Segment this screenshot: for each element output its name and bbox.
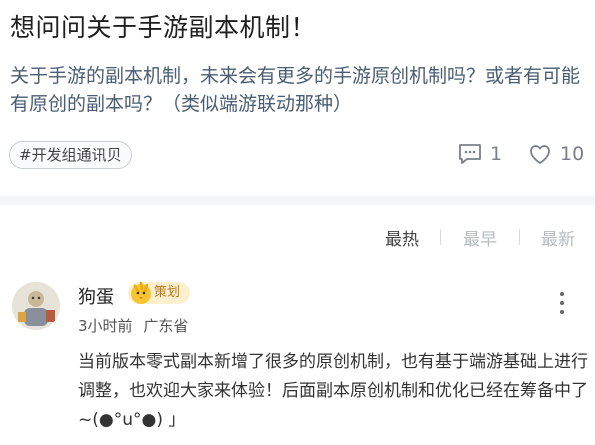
avatar[interactable] xyxy=(12,282,60,330)
like-count: 10 xyxy=(560,143,585,165)
like-stat[interactable]: 10 xyxy=(528,143,584,165)
chocobo-badge-icon xyxy=(126,278,156,308)
comment-stat[interactable]: 1 xyxy=(458,143,502,165)
sort-bar: 最热 最早 最新 xyxy=(0,225,595,250)
more-vertical-icon[interactable] xyxy=(552,292,572,318)
post-content: 关于手游的副本机制，未来会有更多的手游原创机制吗？或者有可能有原创的副本吗？（类… xyxy=(10,65,581,115)
comment-icon xyxy=(458,143,482,165)
role-badge-label: 策划 xyxy=(154,285,181,300)
sort-separator xyxy=(440,229,441,245)
sort-separator xyxy=(519,229,520,245)
sort-hottest[interactable]: 最热 xyxy=(385,225,419,250)
comment-meta: 3小时前 广东省 xyxy=(78,315,188,336)
comment-author[interactable]: 狗蛋 xyxy=(78,283,114,309)
heart-icon xyxy=(528,143,552,165)
role-badge: 策划 xyxy=(128,281,191,304)
sort-earliest[interactable]: 最早 xyxy=(463,225,497,250)
topic-tag[interactable]: #开发组通讯贝 xyxy=(9,141,132,169)
sort-newest[interactable]: 最新 xyxy=(541,225,575,250)
comment-time: 3小时前 xyxy=(78,317,133,335)
comment-text: 当前版本零式副本新增了很多的原创机制，也有基于端游基础上进行调整，也欢迎大家来体… xyxy=(78,352,588,430)
section-divider xyxy=(0,196,595,205)
post-title: 想问问关于手游副本机制！ xyxy=(10,13,317,42)
comment-count: 1 xyxy=(490,143,503,165)
post-card: 想问问关于手游副本机制！ 关于手游的副本机制，未来会有更多的手游原创机制吗？或者… xyxy=(0,0,595,196)
comment-location: 广东省 xyxy=(143,317,189,335)
